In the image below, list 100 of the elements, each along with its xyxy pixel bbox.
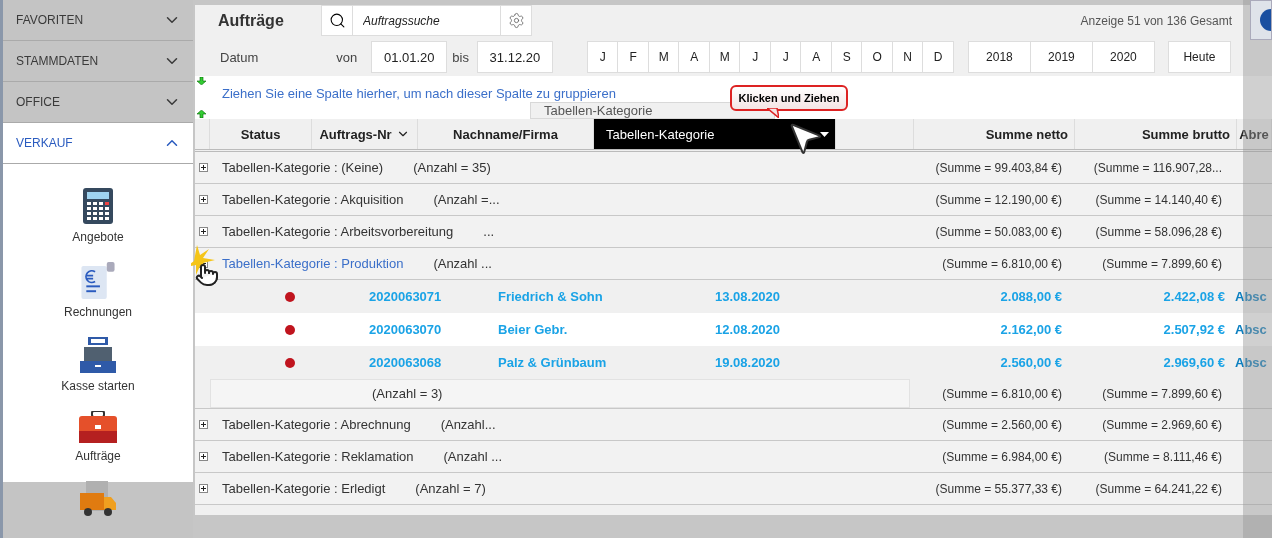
net-amount: 2.560,00 € [999,355,1063,370]
expand-toggle[interactable] [199,227,208,236]
group-count: (Anzahl = 3) [372,386,443,401]
sidebar-item[interactable]: Aufträge [75,449,121,463]
table-cell-text: Absc [1234,289,1268,304]
group-label: Tabellen-Kategorie : Akquisition [222,192,404,207]
column-header[interactable]: Auftrags-Nr [312,119,418,149]
tooltip-tail [767,108,779,118]
group-sum: (Summe = 6.984,00 €) [941,449,1063,464]
expand-toggle[interactable] [199,484,208,493]
group-label: Tabellen-Kategorie : Reklamation [222,449,414,464]
expand-toggle[interactable] [199,163,208,172]
search-field[interactable]: Auftragssuche [353,5,500,36]
sidebar-item[interactable]: Angebote [72,230,124,244]
to-date-field[interactable]: 31.12.20 [476,41,553,73]
customer-name: Friedrich & Sohn [497,289,604,304]
year-button[interactable]: 2018 [967,41,1031,73]
gross-amount: 2.969,60 € [1162,355,1226,370]
expand-toggle[interactable] [199,452,208,461]
group-sum: (Summe = 7.899,60 €) [1101,256,1223,271]
tooltip: Klicken und Ziehen [730,85,848,111]
to-label: bis [452,49,469,65]
group-label: Tabellen-Kategorie : Erledigt [222,481,386,496]
group-sum: (Summe = 12.190,00 €) [934,192,1063,207]
group-hint: Ziehen Sie eine Spalte hierher, um nach dieser Spalte zu gruppieren [222,86,616,101]
status-dot [285,291,295,302]
group-label: Tabellen-Kategorie : Arbeitsvorbereitung [222,224,454,239]
cash-register-icon [80,337,116,373]
status-dot [285,324,295,335]
month-button[interactable]: A [678,41,710,73]
column-header[interactable]: Status [210,119,312,149]
sidebar-item[interactable]: Rechnungen [63,305,133,319]
year-button[interactable]: 2020 [1091,41,1155,73]
group-sum: (Summe = 7.899,60 €) [1101,386,1223,401]
group-sum: (Summe = 64.241,22 €) [1094,481,1223,496]
group-sum: (Summe = 14.140,40 €) [1094,192,1223,207]
group-sum: (Summe = 55.377,33 €) [934,481,1063,496]
order-date: 19.08.2020 [714,355,782,370]
group-label: Tabellen-Kategorie : (Keine) [222,160,384,175]
settings-icon[interactable] [507,12,525,29]
today-button[interactable]: Heute [1167,41,1231,73]
arrow-down-icon [197,77,206,85]
group-sum: (Summe = 2.560,00 €) [941,417,1063,432]
dropdown-icon [820,131,829,137]
month-button[interactable]: O [861,41,893,73]
date-label: Datum [220,49,259,65]
group-count: (Anzahl = 35) [413,160,491,175]
month-button[interactable]: J [739,41,771,73]
year-button[interactable]: 2019 [1029,41,1093,73]
truck-icon [80,481,116,517]
group-sum: (Summe = 6.810,00 €) [941,256,1063,271]
group-count: (Anzahl ... [443,449,503,464]
search-icon [328,12,346,29]
group-label: Tabellen-Kategorie : Abrechnung [222,417,411,432]
group-count: (Anzahl = 7) [415,481,486,496]
column-header[interactable]: Tabellen-Kategorie [594,119,836,149]
group-sum: (Summe = 99.403,84 €) [934,160,1063,175]
group-sum: (Summe = 58.096,28 €) [1094,224,1223,239]
order-number: 2020063068 [368,355,443,370]
gross-amount: 2.422,08 € [1162,289,1226,304]
column-header[interactable]: Summe netto [914,119,1075,149]
order-number: 2020063071 [368,289,443,304]
month-button[interactable]: M [708,41,741,73]
from-date-field[interactable]: 01.01.20 [371,41,448,73]
expand-toggle[interactable] [199,420,208,429]
expand-toggle[interactable] [199,195,208,204]
sidebar-item[interactable]: Kasse starten [61,379,135,393]
month-button[interactable]: M [647,41,680,73]
group-sum: (Summe = 50.083,00 €) [934,224,1063,239]
group-count: (Anzahl... [440,417,496,432]
sidebar-section[interactable]: VERKAUF [3,123,193,164]
month-button[interactable]: D [922,41,954,73]
gross-amount: 2.507,92 € [1162,322,1226,337]
group-sum: (Summe = 116.907,28... [1092,160,1223,175]
arrow-up-icon [197,110,206,118]
column-header[interactable]: Abre [1237,119,1272,149]
invoice-icon [81,262,115,299]
customer-name: Palz & Grünbaum [497,355,608,370]
order-date: 12.08.2020 [714,322,782,337]
customer-name: Beier Gebr. [497,322,569,337]
group-sum: (Summe = 6.810,00 €) [941,386,1063,401]
group-label: Tabellen-Kategorie : Produktion [222,256,404,271]
month-button[interactable]: S [830,41,863,73]
month-button[interactable]: A [800,41,832,73]
net-amount: 2.088,00 € [999,289,1063,304]
month-button[interactable]: J [769,41,802,73]
group-count: (Anzahl =... [433,192,500,207]
from-label: von [336,49,358,65]
month-button[interactable]: J [586,41,619,73]
order-number: 2020063070 [368,322,443,337]
column-header[interactable]: Summe brutto [1075,119,1237,149]
month-button[interactable]: N [891,41,924,73]
month-button[interactable]: F [617,41,649,73]
status-dot [285,357,295,368]
net-amount: 2.162,00 € [999,322,1063,337]
table-cell-text: Absc [1234,322,1268,337]
group-count: (Anzahl ... [433,256,492,271]
group-sum: (Summe = 8.111,46 €) [1103,449,1223,464]
table-cell-text: Absc [1234,355,1268,370]
briefcase-icon [79,411,117,443]
